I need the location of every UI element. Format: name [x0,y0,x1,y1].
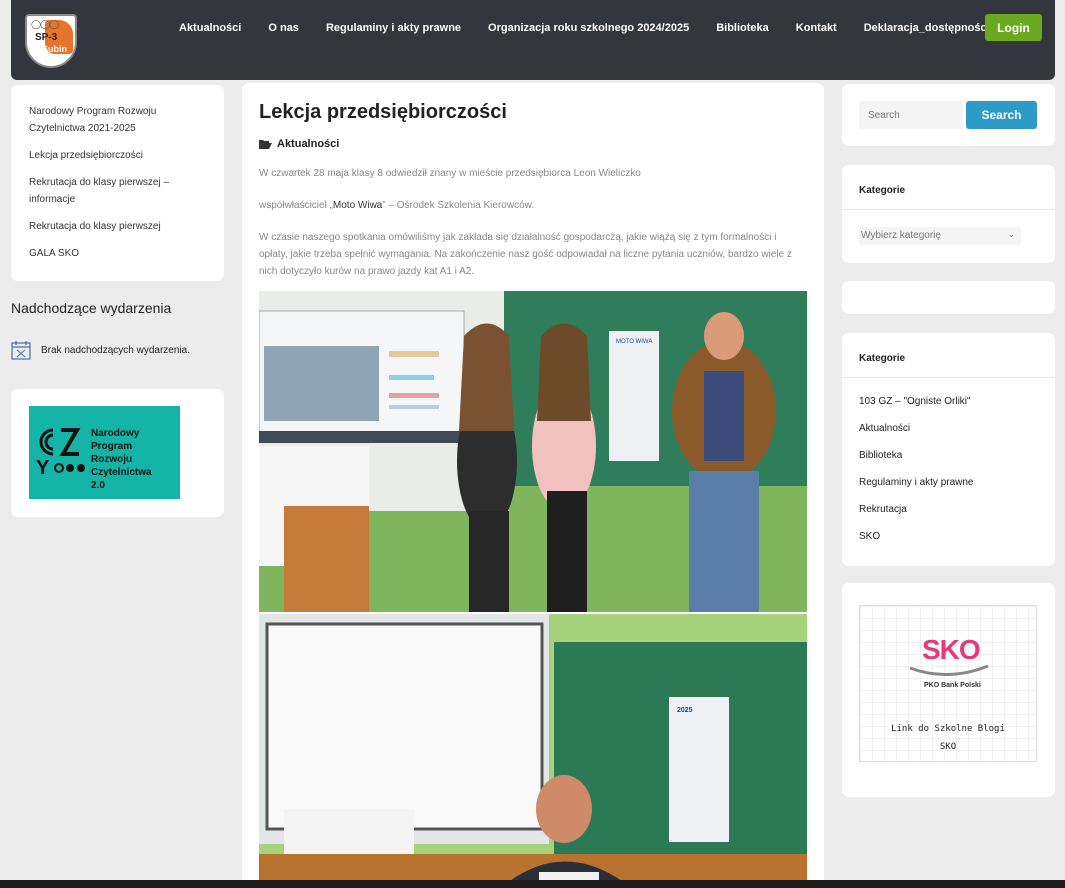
divider [842,209,1055,210]
divider [842,377,1055,378]
category-select[interactable]: Wybierz kategorię ⌄ [859,227,1021,245]
site-header: ◯◯◯ SP-3 Gubin Aktualności O nas Regulam… [11,0,1055,80]
sko-swoosh-icon [909,664,989,676]
moto-wiwa-link[interactable]: Moto Wiwa [333,200,382,211]
sko-link-text[interactable]: Link do Szkolne Blogi SKO [860,720,1036,756]
recent-post-link[interactable]: Rekrutacja do klasy pierwszej – informac… [29,174,206,208]
search-widget: Search [842,84,1055,146]
nav-deklaracja[interactable]: Deklaracja_dostępności [864,22,990,34]
category-item[interactable]: SKO [859,531,974,558]
events-empty-text: Brak nadchodzących wydarzenia. [41,344,190,356]
nprc-banner-text: Narodowy Program Rozwoju Czytelnictwa 2.… [91,428,152,491]
nav-kontakt[interactable]: Kontakt [796,22,837,34]
logo-text-top: SP-3 [35,32,58,43]
article-paragraph-2: współwłaściciel „Moto Wiwa” – Ośrodek Sz… [259,200,535,211]
widget-title: Kategorie [859,353,906,364]
search-button[interactable]: Search [966,101,1037,129]
article-photo-1[interactable]: MOTO WIWA [259,291,807,612]
category-select-value: Wybierz kategorię [861,230,941,241]
wall-calendar-year: 2025 [677,707,693,714]
category-item[interactable]: 103 GZ – "Ogniste Orliki" [859,396,974,423]
wall-calendar-text: MOTO WIWA [616,339,652,345]
school-logo[interactable]: ◯◯◯ SP-3 Gubin [25,14,77,68]
recent-post-link[interactable]: Lekcja przedsiębiorczości [29,147,206,164]
photo-guest-speaker: 2025 [259,614,807,888]
nav-aktualnosci[interactable]: Aktualności [179,22,241,34]
recent-posts-widget: Narodowy Program Rozwoju Czytelnictwa 20… [11,85,224,281]
photo-classroom-visit: MOTO WIWA [259,291,807,612]
calendar-icon [11,341,31,360]
category-item[interactable]: Biblioteka [859,450,974,477]
main-nav: Aktualności O nas Regulaminy i akty praw… [179,22,1017,34]
category-item[interactable]: Aktualności [859,423,974,450]
olympic-rings-icon: ◯◯◯ [31,20,59,30]
article-paragraph-1: W czwartek 28 maja klasy 8 odwiedził zna… [259,168,641,179]
widget-title: Kategorie [859,185,906,196]
category-link[interactable]: Aktualności [277,138,339,150]
article-title: Lekcja przedsiębiorczości [259,101,507,123]
chevron-down-icon: ⌄ [1007,229,1015,239]
nav-organizacja-roku[interactable]: Organizacja roku szkolnego 2024/2025 [488,22,689,34]
nav-o-nas[interactable]: O nas [268,22,299,34]
logo-text-bottom: Gubin [41,44,67,54]
article-category: Aktualności [259,138,807,150]
search-input[interactable] [859,101,963,129]
categories-dropdown-widget: Kategorie Wybierz kategorię ⌄ [842,165,1055,263]
sko-banner[interactable]: SKO PKO Bank Polski Link do Szkolne Blog… [859,605,1037,762]
nprc-logo-icon: Y [36,428,85,478]
sko-bank-name: PKO Bank Polski [924,682,981,689]
sko-widget: SKO PKO Bank Polski Link do Szkolne Blog… [842,583,1055,797]
empty-widget [842,281,1055,314]
nav-regulaminy[interactable]: Regulaminy i akty prawne [326,22,461,34]
article-photo-2[interactable]: 2025 [259,614,807,888]
taskbar-strip [0,880,1065,888]
category-item[interactable]: Rekrutacja [859,504,974,531]
sko-logo: SKO [922,634,981,665]
recent-post-link[interactable]: Narodowy Program Rozwoju Czytelnictwa 20… [29,103,206,137]
svg-text:Y: Y [36,457,50,478]
events-empty-row: Brak nadchodzących wydarzenia. [11,340,190,360]
nav-biblioteka[interactable]: Biblioteka [716,22,769,34]
article: Lekcja przedsiębiorczości Aktualności W … [242,83,824,888]
login-button[interactable]: Login [985,14,1042,41]
folder-open-icon [259,140,272,149]
recent-post-link[interactable]: GALA SKO [29,245,206,262]
nprc-banner[interactable]: Y Narodowy Program Rozwoju Czytelnictwa … [29,406,180,499]
events-title: Nadchodzące wydarzenia [11,300,172,316]
article-paragraph-3: W czasie naszego spotkania omówiliśmy ja… [259,232,792,277]
categories-list-widget: Kategorie 103 GZ – "Ogniste Orliki" Aktu… [842,333,1055,566]
nprc-banner-widget: Y Narodowy Program Rozwoju Czytelnictwa … [11,389,224,517]
recent-post-link[interactable]: Rekrutacja do klasy pierwszej [29,218,206,235]
category-list: 103 GZ – "Ogniste Orliki" Aktualności Bi… [859,396,974,558]
category-item[interactable]: Regulaminy i akty prawne [859,477,974,504]
